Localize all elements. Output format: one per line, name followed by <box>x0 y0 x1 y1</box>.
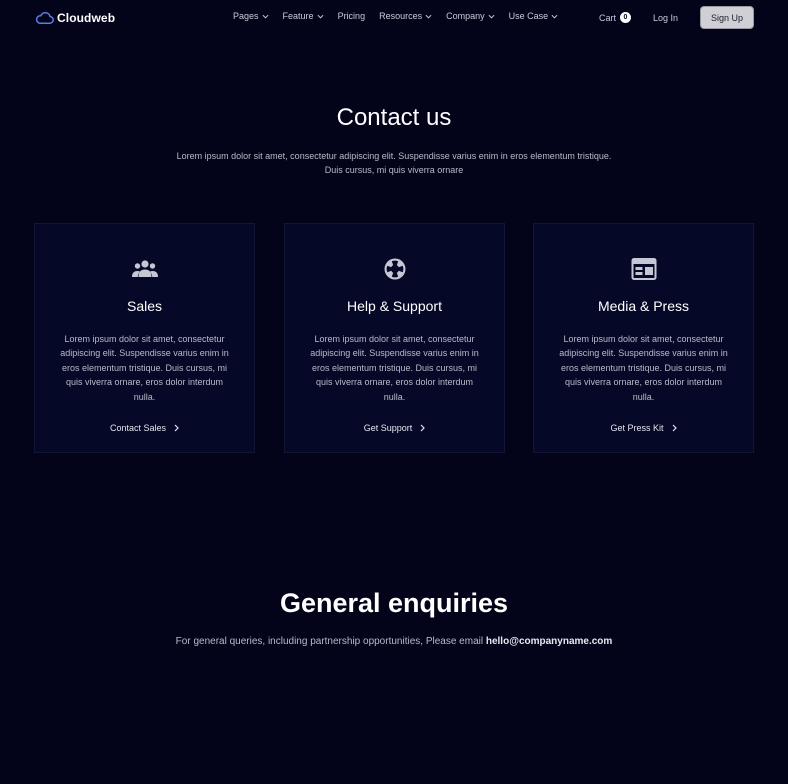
card-description: Lorem ipsum dolor sit amet, consectetur … <box>60 334 229 402</box>
email-link[interactable]: hello@companyname.com <box>486 636 612 647</box>
page: Cloudweb Pages Feature Pricing Resources… <box>0 0 788 784</box>
brand-name: Cloudweb <box>57 10 116 25</box>
nav-item-use-case[interactable]: Use Case <box>509 11 559 21</box>
card-sales: Sales Lorem ipsum dolor sit amet, consec… <box>34 223 255 453</box>
nav-actions: Cart 0 Log In Sign Up <box>599 6 754 29</box>
chevron-down-icon <box>551 14 558 19</box>
nav-item-company[interactable]: Company <box>446 11 495 21</box>
page-subtitle: Lorem ipsum dolor sit amet, consectetur … <box>176 151 612 175</box>
card-title: Help & Support <box>347 298 442 314</box>
cart-button[interactable]: Cart 0 <box>599 12 631 23</box>
lifebuoy-icon <box>381 257 409 281</box>
chevron-down-icon <box>262 14 269 19</box>
get-press-kit-link[interactable]: Get Press Kit <box>610 423 677 433</box>
card-title: Media & Press <box>597 298 690 314</box>
newspaper-icon <box>630 257 658 281</box>
signup-button[interactable]: Sign Up <box>700 6 754 29</box>
chevron-down-icon <box>488 14 495 19</box>
card-title: Sales <box>126 298 163 314</box>
chevron-right-icon <box>672 424 677 432</box>
enquiries-title: General enquiries <box>279 588 509 618</box>
page-title: Contact us <box>336 104 452 131</box>
login-link[interactable]: Log In <box>653 13 678 23</box>
users-icon <box>131 257 159 281</box>
card-media-press: Media & Press Lorem ipsum dolor sit amet… <box>533 223 754 453</box>
cart-count-badge: 0 <box>619 12 631 23</box>
nav-item-pages[interactable]: Pages <box>233 11 269 21</box>
chevron-right-icon <box>174 424 179 432</box>
chevron-down-icon <box>425 14 432 19</box>
enquiries-text: For general queries, including partnersh… <box>175 636 613 647</box>
card-description: Lorem ipsum dolor sit amet, consectetur … <box>310 334 479 402</box>
card-help-support: Help & Support Lorem ipsum dolor sit ame… <box>284 223 505 453</box>
main-menu: Pages Feature Pricing Resources Company … <box>233 11 572 21</box>
cloud-icon <box>35 11 54 24</box>
nav-item-resources[interactable]: Resources <box>379 11 432 21</box>
card-description: Lorem ipsum dolor sit amet, consectetur … <box>559 334 728 402</box>
chevron-right-icon <box>420 424 426 432</box>
top-navbar: Cloudweb Pages Feature Pricing Resources… <box>0 0 788 36</box>
cart-label: Cart <box>598 12 616 23</box>
nav-item-feature[interactable]: Feature <box>283 11 324 21</box>
get-support-link[interactable]: Get Support <box>364 423 426 433</box>
chevron-down-icon <box>317 14 324 19</box>
brand-logo[interactable]: Cloudweb <box>35 10 115 25</box>
nav-item-pricing[interactable]: Pricing <box>338 11 366 21</box>
contact-sales-link[interactable]: Contact Sales <box>110 423 179 433</box>
contact-cards: Sales Lorem ipsum dolor sit amet, consec… <box>34 223 754 453</box>
